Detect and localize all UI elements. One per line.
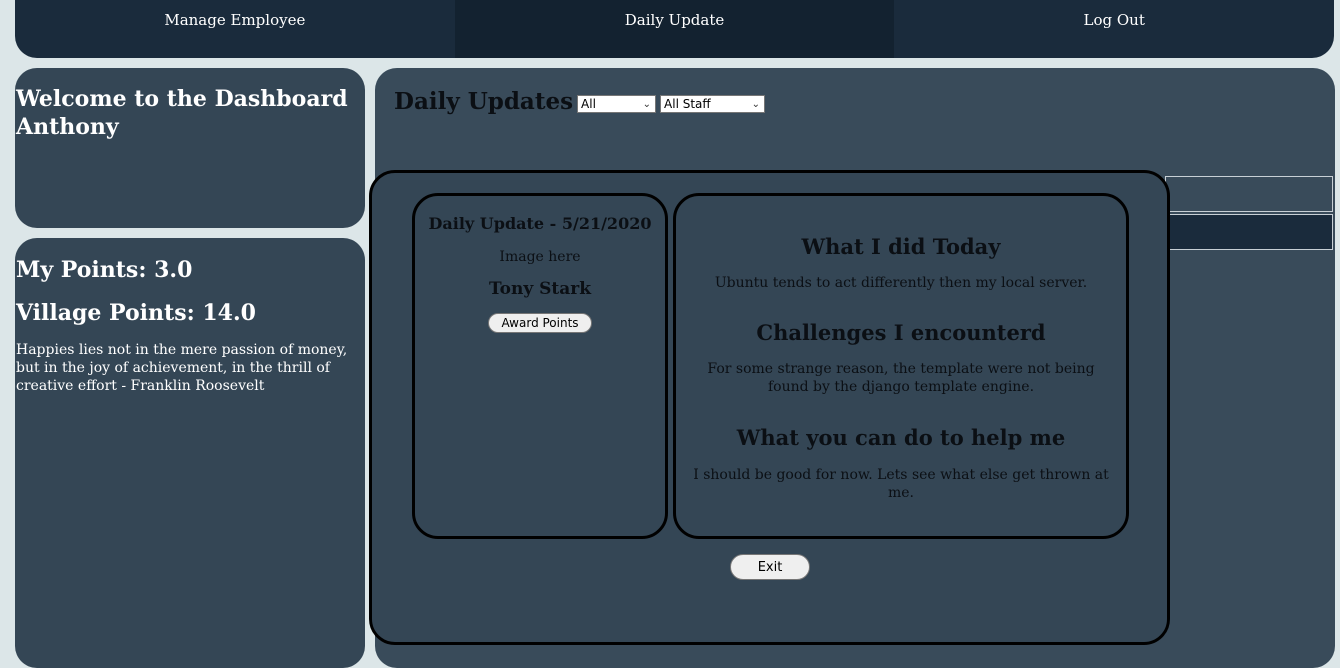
staff-filter-select[interactable]: All Staff ⌄	[660, 95, 766, 113]
nav-manage-employee[interactable]: Manage Employee	[15, 0, 455, 58]
award-points-button[interactable]: Award Points	[488, 313, 592, 333]
update-row[interactable]	[1165, 214, 1333, 250]
nav-log-out[interactable]: Log Out	[894, 0, 1334, 58]
welcome-panel: Welcome to the Dashboard Anthony	[15, 68, 365, 228]
daily-updates-header: Daily Updates All ⌄ All Staff ⌄	[394, 88, 766, 115]
daily-update-modal: Daily Update - 5/21/2020 Image here Tony…	[369, 170, 1170, 645]
welcome-user-name: Anthony	[16, 114, 119, 140]
my-points: My Points: 3.0	[16, 257, 193, 283]
daily-updates-title: Daily Updates	[394, 88, 574, 115]
quote-text: Happies lies not in the mere passion of …	[16, 342, 348, 394]
update-date-heading: Daily Update - 5/21/2020	[428, 214, 652, 233]
section-text: Ubuntu tends to act differently then my …	[714, 275, 1088, 291]
section-heading: What I did Today	[801, 234, 1001, 259]
employee-name: Tony Stark	[488, 279, 592, 299]
image-placeholder: Image here	[499, 249, 581, 265]
update-details-card: What I did Today Ubuntu tends to act dif…	[673, 193, 1129, 539]
staff-filter-value: All Staff	[664, 97, 711, 111]
village-points: Village Points: 14.0	[16, 300, 256, 326]
update-row[interactable]	[1165, 176, 1333, 212]
section-text: For some strange reason, the template we…	[707, 361, 1095, 395]
exit-button[interactable]: Exit	[730, 554, 810, 580]
section-heading: What you can do to help me	[736, 425, 1066, 450]
nav-daily-update[interactable]: Daily Update	[454, 0, 895, 58]
period-filter-value: All	[581, 97, 596, 111]
section-heading: Challenges I encounterd	[756, 320, 1046, 345]
welcome-title: Welcome to the Dashboard	[16, 86, 348, 112]
employee-card: Daily Update - 5/21/2020 Image here Tony…	[412, 193, 668, 539]
chevron-down-icon: ⌄	[642, 98, 652, 110]
period-filter-select[interactable]: All ⌄	[577, 95, 657, 113]
points-panel: My Points: 3.0 Village Points: 14.0 Happ…	[15, 238, 365, 668]
chevron-down-icon: ⌄	[751, 98, 761, 110]
section-text: I should be good for now. Lets see what …	[693, 467, 1109, 501]
top-nav: Manage Employee Daily Update Log Out	[15, 0, 1334, 58]
